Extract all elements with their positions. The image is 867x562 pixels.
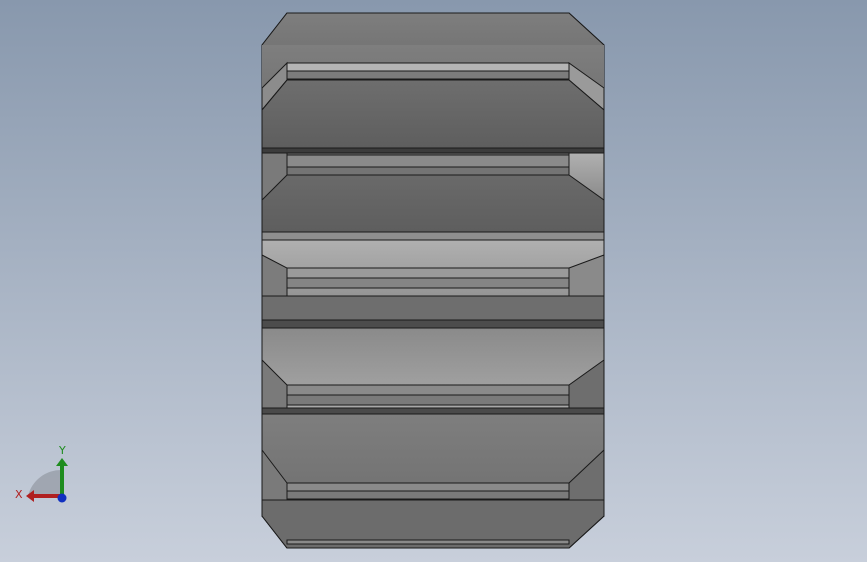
tooth-4-land xyxy=(286,384,570,396)
tooth-3-land xyxy=(286,267,570,279)
model-viewport[interactable] xyxy=(0,0,867,562)
z-axis-dot-icon xyxy=(57,493,67,503)
x-axis-label: X xyxy=(15,488,23,501)
tooth-5-land-lower xyxy=(286,490,570,500)
tooth-2-land-lower xyxy=(286,166,570,176)
tooth-3-lower-face xyxy=(261,295,605,321)
groove-1 xyxy=(261,147,605,154)
tooth-2-land xyxy=(286,154,570,168)
tooth-3-land-lower xyxy=(286,277,570,289)
gear-part[interactable] xyxy=(261,12,605,549)
groove-4 xyxy=(261,407,605,415)
tooth-1-land-lower xyxy=(286,70,570,80)
tooth-4-land-lower xyxy=(286,394,570,406)
bottom-edge-line xyxy=(286,539,570,545)
groove-3 xyxy=(261,319,605,329)
y-axis-label: Y xyxy=(58,444,66,457)
tooth-5-land xyxy=(286,482,570,492)
coordinate-triad: Y X xyxy=(15,444,68,503)
groove-2 xyxy=(261,231,605,241)
tooth-1-lower-face xyxy=(261,79,605,149)
tooth-1-land xyxy=(286,62,570,72)
y-axis-arrow-icon xyxy=(56,458,68,466)
